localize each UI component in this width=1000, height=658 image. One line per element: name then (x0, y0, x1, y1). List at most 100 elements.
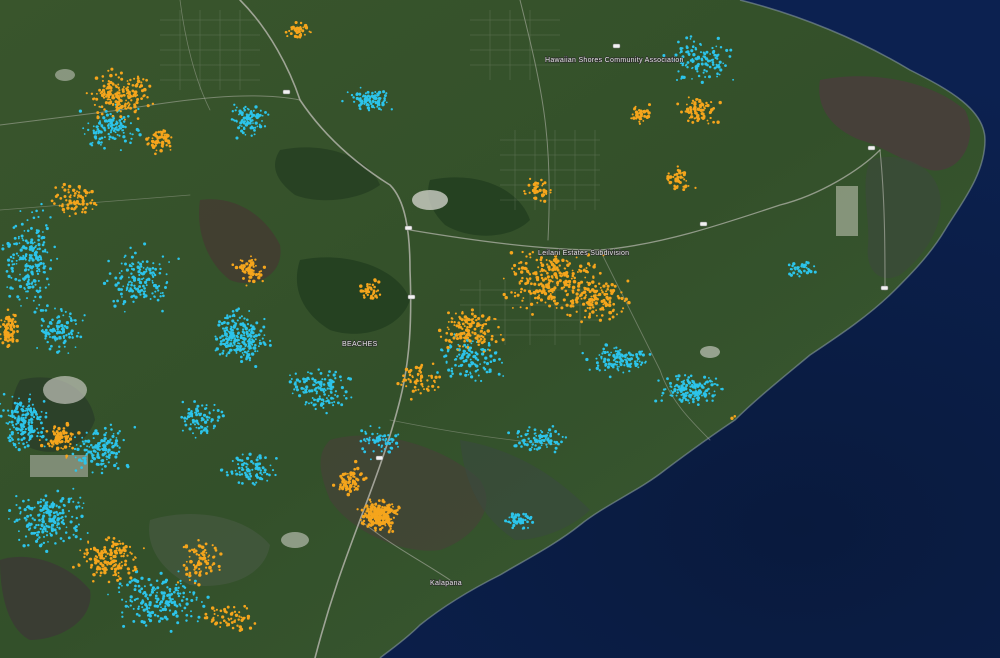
cyan-point (18, 284, 23, 289)
orange-point (89, 547, 93, 551)
cyan-point (250, 460, 253, 463)
orange-point (109, 561, 113, 565)
cyan-point (790, 268, 793, 271)
orange-point (188, 555, 191, 558)
orange-point (575, 292, 579, 296)
cyan-point (42, 506, 46, 509)
orange-point (430, 374, 433, 377)
cyan-point (32, 216, 36, 220)
cyan-point (243, 108, 246, 112)
cyan-point (8, 439, 12, 443)
cyan-point (164, 286, 167, 289)
orange-point (116, 103, 120, 107)
cyan-point (83, 133, 86, 135)
orange-point (119, 115, 123, 119)
orange-point (402, 374, 405, 378)
orange-point (352, 480, 356, 484)
cyan-point (322, 406, 325, 409)
cyan-point (42, 235, 46, 240)
cyan-point (385, 101, 388, 104)
cyan-point (57, 505, 61, 509)
orange-point (562, 298, 566, 302)
map-canvas[interactable]: Hawaiian Shores Community Association Le… (0, 0, 1000, 658)
cyan-point (55, 324, 58, 327)
orange-point (115, 546, 119, 550)
orange-point (588, 264, 591, 267)
cyan-point (40, 509, 44, 512)
cyan-point (595, 361, 599, 365)
cyan-point (483, 361, 486, 364)
orange-point (700, 112, 704, 116)
cyan-point (36, 427, 39, 430)
cyan-point (7, 414, 10, 417)
orange-point (238, 615, 241, 618)
cyan-point (245, 118, 249, 121)
cyan-point (67, 536, 71, 540)
cyan-point (256, 125, 259, 128)
cyan-point (117, 586, 121, 589)
cyan-point (200, 601, 203, 603)
cyan-point (549, 434, 553, 438)
cyan-point (228, 315, 232, 318)
cyan-point (74, 469, 78, 472)
orange-point (522, 297, 525, 299)
cyan-point (256, 467, 260, 471)
orange-point (100, 105, 104, 109)
cyan-point (373, 439, 377, 443)
cyan-point (533, 428, 537, 432)
cyan-point (253, 346, 257, 350)
cyan-point (235, 106, 238, 109)
cyan-point (21, 257, 25, 261)
cyan-point (17, 432, 20, 434)
cyan-point (195, 419, 198, 423)
orange-point (0, 319, 3, 322)
orange-point (645, 109, 649, 113)
cyan-point (118, 582, 122, 586)
cyan-point (115, 126, 118, 129)
cyan-point (308, 390, 311, 393)
orange-point (694, 108, 697, 112)
place-label-leilani-estates: Leilani Estates Subdivision (538, 250, 629, 257)
orange-point (576, 271, 579, 273)
cyan-point (91, 141, 94, 144)
cyan-point (691, 379, 693, 382)
orange-point (198, 567, 201, 571)
cyan-point (363, 97, 367, 101)
cyan-point (59, 337, 62, 340)
orange-point (122, 94, 126, 97)
cyan-point (10, 420, 14, 424)
orange-point (409, 368, 413, 372)
cyan-point (716, 75, 719, 78)
orange-point (90, 92, 94, 96)
orange-point (87, 540, 90, 543)
cyan-point (46, 340, 49, 344)
orange-point (486, 329, 490, 333)
cyan-point (261, 114, 264, 117)
cyan-point (676, 377, 680, 381)
cyan-point (11, 395, 14, 398)
orange-point (608, 310, 612, 315)
cyan-point (248, 310, 251, 312)
cyan-point (639, 363, 643, 366)
orange-point (549, 292, 552, 295)
cyan-point (132, 607, 135, 610)
cyan-point (6, 241, 10, 246)
cyan-point (127, 276, 130, 279)
cyan-point (44, 248, 47, 251)
orange-point (479, 330, 483, 333)
cyan-point (92, 125, 95, 128)
cyan-point (65, 321, 70, 325)
cyan-point (657, 379, 660, 382)
orange-point (547, 278, 550, 281)
orange-point (709, 116, 712, 120)
orange-point (599, 286, 602, 289)
orange-point (293, 34, 298, 39)
orange-point (362, 290, 366, 293)
orange-point (613, 284, 617, 288)
cyan-point (149, 271, 152, 275)
cyan-point (158, 620, 161, 623)
cyan-point (705, 51, 708, 54)
orange-point (223, 609, 227, 613)
cyan-point (654, 399, 658, 403)
cyan-point (65, 333, 68, 337)
